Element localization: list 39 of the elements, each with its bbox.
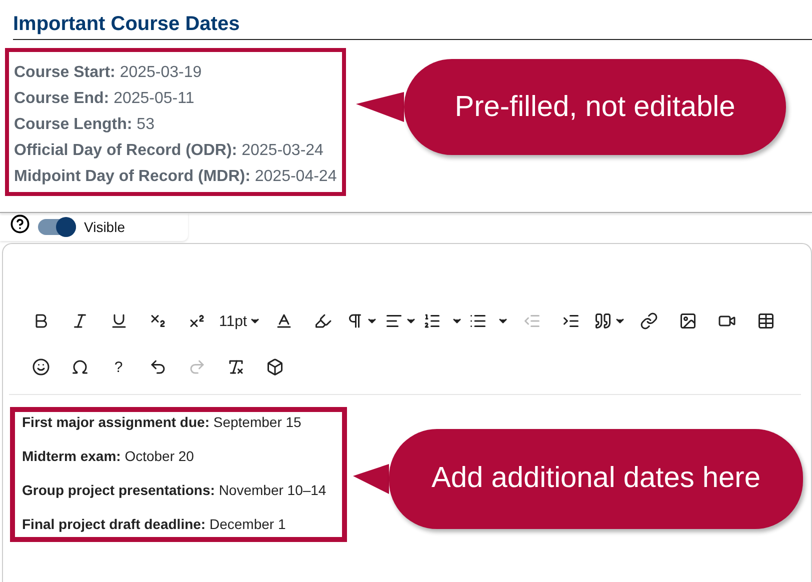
image-icon: [678, 312, 697, 330]
callout-pointer: [353, 464, 389, 494]
toggle-label: Visible: [84, 219, 125, 235]
date-line: Midterm exam: October 20: [22, 448, 195, 465]
numbered-list-icon: [423, 312, 442, 330]
table-icon: [756, 312, 775, 330]
omega-icon: [70, 358, 88, 376]
callout-bubble: Pre-filled, not editable: [404, 59, 786, 155]
date-line: Final project draft deadline: December 1: [22, 516, 287, 533]
link-icon: [640, 312, 658, 330]
date-line: First major assignment due: September 15: [22, 414, 302, 431]
superscript-icon: [188, 312, 206, 330]
toolbar-button[interactable]: 11pt: [216, 304, 264, 338]
date-line: Course Length: 53: [14, 115, 156, 135]
date-line: Official Day of Record (ODR): 2025-03-24: [14, 141, 324, 161]
text-color-icon: [274, 312, 293, 330]
highlighter-icon: [314, 312, 332, 330]
date-line: Course End: 2025-05-11: [14, 89, 196, 109]
bullet-list-icon: [469, 312, 488, 330]
toolbar-button[interactable]: ?: [99, 350, 138, 384]
cube-icon: [266, 358, 284, 376]
help-icon[interactable]: [10, 214, 30, 234]
date-line: Course Start: 2025-03-19: [14, 63, 203, 83]
smiley-icon: [32, 358, 50, 376]
indent-icon: [562, 312, 580, 330]
quote-icon: [594, 312, 612, 330]
clear-formatting-icon: [226, 358, 244, 376]
subscript-icon: [148, 312, 166, 330]
callout-bubble: Add additional dates here: [389, 428, 803, 528]
visibility-toggle[interactable]: [38, 219, 76, 235]
undo-icon: [148, 358, 166, 376]
redo-icon: [188, 358, 206, 376]
date-line: Midpoint Day of Record (MDR): 2025-04-24: [14, 167, 338, 187]
callout-pointer: [356, 92, 404, 122]
outdent-icon: [522, 312, 541, 330]
align-left-icon: [384, 312, 403, 330]
underline-icon: [110, 312, 128, 330]
section-title: Important Course Dates: [13, 12, 812, 40]
date-line: Group project presentations: November 10–14: [22, 482, 328, 499]
